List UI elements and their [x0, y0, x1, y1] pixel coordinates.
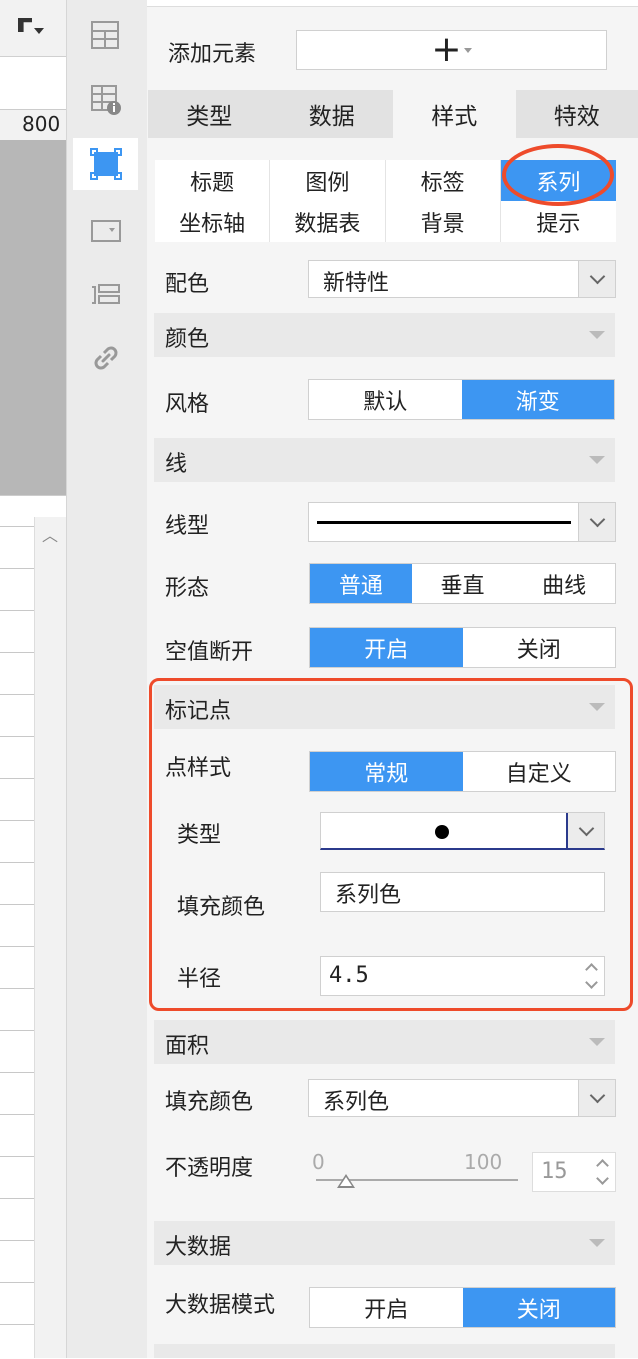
solid-line-swatch — [317, 521, 571, 524]
add-element-label: 添加元素 — [168, 36, 256, 68]
opacity-input[interactable]: 15 — [532, 1152, 616, 1192]
layout-icon[interactable] — [73, 10, 138, 62]
dropdown-arrow-icon[interactable] — [34, 28, 44, 34]
line-type-label: 线型 — [165, 508, 209, 540]
tab-type[interactable]: 类型 — [148, 90, 271, 138]
bigdata-off-option[interactable]: 关闭 — [463, 1288, 616, 1327]
shape-toggle: 普通 垂直 曲线 — [309, 563, 616, 604]
chart-component-icon[interactable] — [73, 138, 138, 190]
null-break-toggle: 开启 关闭 — [309, 627, 616, 668]
color-scheme-label: 配色 — [165, 266, 209, 298]
bigdata-on-option[interactable]: 开启 — [310, 1288, 463, 1327]
section-area-title: 面积 — [165, 1028, 209, 1060]
area-fill-select[interactable]: 系列色 — [308, 1079, 616, 1117]
area-fill-label: 填充颜色 — [165, 1084, 253, 1116]
shape-label: 形态 — [165, 570, 209, 602]
chevron-down-icon[interactable] — [578, 1080, 615, 1116]
color-scheme-select[interactable]: 新特性 — [308, 260, 616, 298]
tab-style[interactable]: 样式 — [393, 90, 516, 138]
section-color-title: 颜色 — [165, 321, 209, 353]
collapse-arrow-icon — [589, 456, 605, 464]
subtab-tooltip[interactable]: 提示 — [501, 201, 616, 242]
ruler-value: 800 — [22, 112, 60, 136]
vertical-scrollbar[interactable] — [34, 517, 67, 1358]
subtab-datatable[interactable]: 数据表 — [270, 201, 385, 242]
opacity-stepper[interactable] — [589, 1153, 615, 1191]
tab-effects[interactable]: 特效 — [516, 90, 638, 138]
link-icon[interactable] — [73, 332, 138, 384]
opacity-label: 不透明度 — [165, 1150, 253, 1182]
widget-icon[interactable] — [73, 204, 138, 256]
section-bigdata[interactable]: 大数据 — [154, 1221, 615, 1265]
section-line-title: 线 — [165, 446, 187, 478]
opacity-value: 15 — [541, 1159, 568, 1184]
style-default-option[interactable]: 默认 — [309, 380, 462, 419]
color-scheme-value: 新特性 — [323, 265, 389, 297]
null-break-label: 空值断开 — [165, 634, 253, 666]
bigdata-mode-label: 大数据模式 — [165, 1287, 275, 1319]
subtab-axis[interactable]: 坐标轴 — [155, 201, 270, 242]
style-toggle: 默认 渐变 — [308, 379, 615, 420]
collapse-arrow-icon — [589, 1038, 605, 1046]
tab-data[interactable]: 数据 — [271, 90, 394, 138]
shape-curve-option[interactable]: 曲线 — [513, 564, 615, 603]
chevron-down-icon[interactable] — [578, 503, 615, 541]
shape-vertical-option[interactable]: 垂直 — [412, 564, 514, 603]
opacity-max: 100 — [464, 1150, 502, 1174]
canvas-preview — [0, 140, 66, 495]
subtab-background[interactable]: 背景 — [386, 201, 501, 242]
add-element-button[interactable]: + — [296, 30, 607, 70]
collapse-arrow-icon — [589, 1239, 605, 1247]
shape-normal-option[interactable]: 普通 — [310, 564, 412, 603]
subtab-title[interactable]: 标题 — [155, 160, 270, 201]
opacity-slider-thumb[interactable] — [337, 1174, 355, 1188]
null-break-on-option[interactable]: 开启 — [310, 628, 463, 667]
section-line[interactable]: 线 — [154, 438, 615, 482]
highlight-circle — [502, 144, 614, 206]
section-next[interactable] — [154, 1344, 615, 1358]
subtab-legend[interactable]: 图例 — [270, 160, 385, 201]
plus-icon: + — [431, 32, 461, 68]
null-break-off-option[interactable]: 关闭 — [463, 628, 616, 667]
area-fill-value: 系列色 — [323, 1084, 389, 1116]
section-color[interactable]: 颜色 — [154, 313, 615, 357]
scroll-up-icon[interactable]: ︿ — [38, 522, 62, 546]
section-bigdata-title: 大数据 — [165, 1229, 231, 1261]
dropdown-arrow-icon — [464, 48, 472, 53]
stepper-up-icon[interactable] — [596, 1159, 609, 1172]
style-label: 风格 — [165, 386, 209, 418]
chevron-down-icon[interactable] — [578, 261, 615, 297]
main-tabs: 类型 数据 样式 特效 — [148, 90, 638, 138]
line-type-select[interactable] — [308, 502, 616, 542]
opacity-min: 0 — [312, 1150, 325, 1174]
section-area[interactable]: 面积 — [154, 1020, 615, 1064]
subtab-label[interactable]: 标签 — [386, 160, 501, 201]
toolbar-top — [0, 0, 66, 57]
list-icon[interactable] — [73, 268, 138, 320]
table-info-icon[interactable] — [73, 74, 138, 126]
highlight-box — [149, 678, 633, 1011]
bigdata-mode-toggle: 开启 关闭 — [309, 1287, 616, 1328]
format-icon[interactable] — [18, 18, 32, 32]
formula-bar — [0, 57, 66, 109]
style-gradient-option[interactable]: 渐变 — [462, 380, 615, 419]
collapse-arrow-icon — [589, 331, 605, 339]
stepper-down-icon[interactable] — [596, 1172, 609, 1185]
